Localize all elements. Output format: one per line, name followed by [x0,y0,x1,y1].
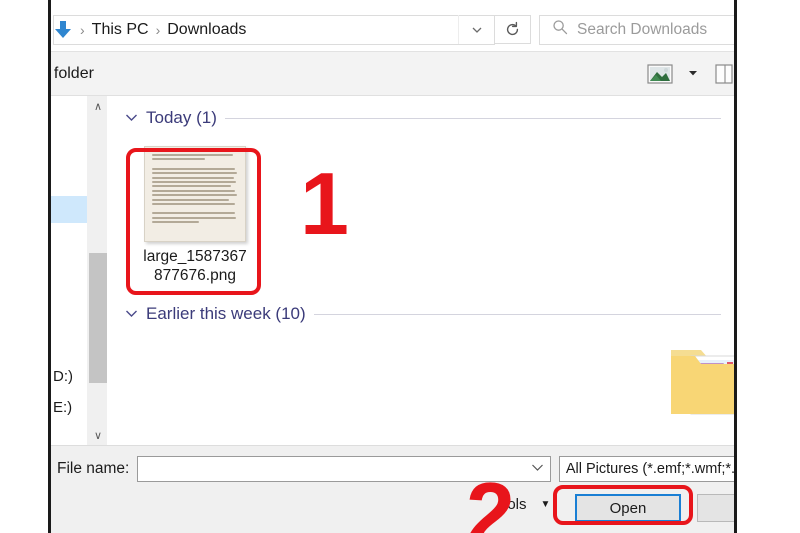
file-list-scrollbar[interactable]: ∧ ∨ [87,96,107,445]
address-bar: › This PC › Downloads Search Downloads [51,8,734,52]
sidebar-item-drive-d[interactable]: D:) [53,368,73,385]
cancel-button[interactable]: Ca [697,494,734,522]
group-divider [224,117,721,119]
chevron-down-icon[interactable] [125,308,138,320]
chevron-down-icon[interactable] [687,65,699,83]
search-icon [552,19,568,40]
chevron-down-icon[interactable] [125,112,138,124]
sidebar-item-drive-e[interactable]: E:) [53,399,72,416]
refresh-icon[interactable] [495,15,531,44]
group-title-earlier-this-week: Earlier this week (10) [146,304,306,323]
folder-with-documents-icon [665,336,734,420]
new-folder-button[interactable]: ew folder [51,65,94,83]
dialog-footer: File name: All Pictures (*.emf;*.wmf;*. … [51,445,736,533]
open-button-label: Open [609,499,647,517]
file-open-dialog: › This PC › Downloads Search Downloads f… [48,0,737,533]
address-path-box[interactable]: › This PC › Downloads [51,14,495,45]
navigation-pane: D:) E:) [51,96,87,445]
command-bar-right-group [647,63,734,85]
breadcrumb-this-pc[interactable]: This PC [89,21,152,39]
download-arrow-icon [51,17,76,43]
preview-pane-icon[interactable] [713,63,733,85]
scrollbar-thumb[interactable] [89,253,107,383]
document-thumbnail [144,146,246,242]
dialog-body: D:) E:) ∧ ∨ Today (1) large_158736787767… [51,96,734,445]
picture-view-icon[interactable] [647,63,673,84]
search-input[interactable]: Search Downloads [539,14,734,45]
file-type-dropdown[interactable]: All Pictures (*.emf;*.wmf;*. [558,456,736,482]
chevron-down-icon[interactable] [458,15,494,44]
file-name-label-text: File name: [57,460,130,477]
breadcrumb-separator: › [155,21,161,38]
file-type-value: All Pictures (*.emf;*.wmf;*. [565,461,736,477]
scroll-down-arrow-icon[interactable]: ∨ [88,425,108,445]
annotation-marker-2: 2 [466,464,515,533]
file-list: Today (1) large_1587367877676.png Earlie… [107,96,734,445]
command-bar: ew folder [51,52,734,96]
search-placeholder-text: Search Downloads [577,20,708,38]
group-divider [313,313,721,315]
screenshot-root: › This PC › Downloads Search Downloads f… [0,0,800,533]
group-title-today: Today (1) [146,108,217,127]
group-header-today[interactable]: Today (1) [107,108,734,128]
thumbnail-text-lines [152,154,238,234]
file-name-row: File name: All Pictures (*.emf;*.wmf;*. [51,456,736,482]
file-item[interactable]: large_1587367877676.png [139,146,251,286]
annotation-marker-1: 1 [300,154,349,253]
chevron-down-icon[interactable] [531,463,544,475]
scroll-up-arrow-icon[interactable]: ∧ [88,96,108,116]
breadcrumb-separator: › [80,21,85,38]
open-button[interactable]: Open [575,494,681,522]
group-header-earlier-this-week[interactable]: Earlier this week (10) [107,304,734,324]
sidebar-item-selected[interactable] [51,196,87,223]
chevron-down-icon[interactable]: ▼ [541,499,551,510]
file-name-label: large_1587367877676.png [143,248,247,284]
breadcrumb-downloads[interactable]: Downloads [164,21,249,39]
